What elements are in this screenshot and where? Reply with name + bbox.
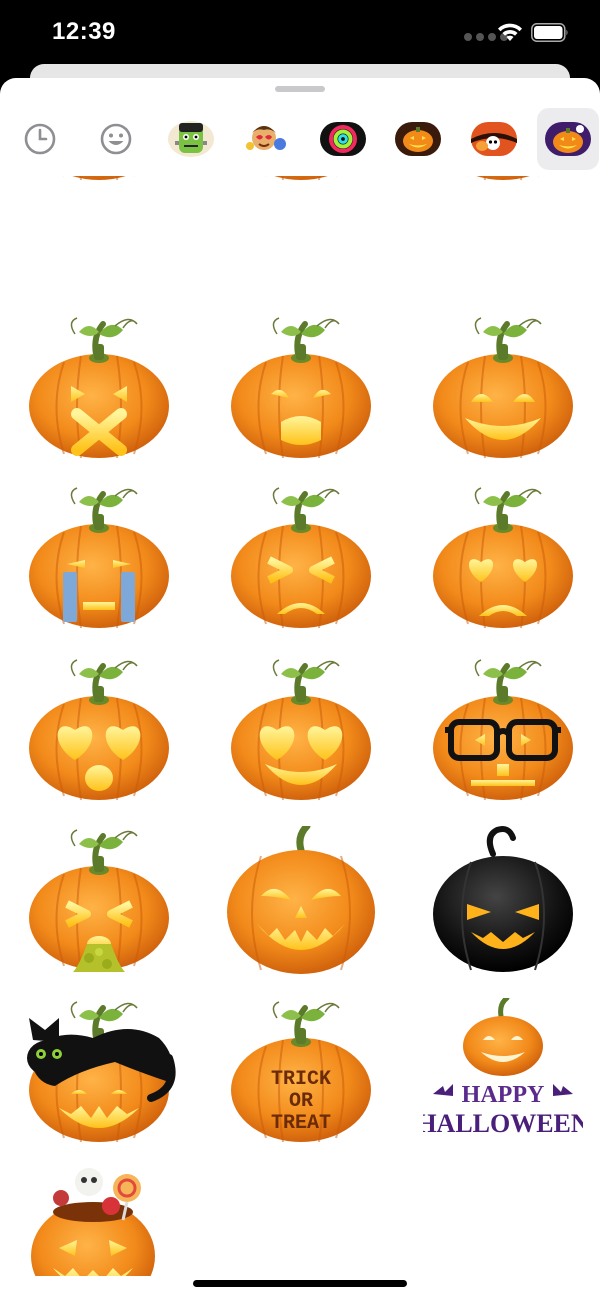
skull-pumpkin-icon bbox=[471, 122, 517, 156]
tab-pumpkin-pack-1[interactable] bbox=[391, 114, 445, 164]
sticker-yawn-face-pumpkin[interactable] bbox=[221, 314, 381, 464]
sticker-black-cat-pumpkin[interactable] bbox=[19, 998, 179, 1148]
sheet-grabber[interactable] bbox=[275, 86, 325, 92]
wifi-icon bbox=[498, 23, 522, 41]
sticker-vomiting-pumpkin[interactable] bbox=[19, 826, 179, 976]
sticker-black-pumpkin[interactable] bbox=[423, 826, 583, 976]
sticker-sheet: TRICK OR TREAT HAPPY HALLOWEEN bbox=[0, 78, 600, 1299]
clock-icon bbox=[24, 123, 56, 155]
sticker-glasses-pumpkin[interactable] bbox=[423, 656, 583, 806]
or-text: OR bbox=[289, 1090, 313, 1113]
sticker-heart-eyes-surprised-pumpkin[interactable] bbox=[19, 656, 179, 806]
tab-frankenstein-pack[interactable] bbox=[164, 114, 218, 164]
sticker-category-bar bbox=[0, 104, 600, 176]
sticker-classic-jack-o-lantern[interactable] bbox=[221, 826, 381, 976]
status-time: 12:39 bbox=[52, 18, 116, 45]
trick-text: TRICK bbox=[271, 1068, 331, 1091]
home-indicator[interactable] bbox=[193, 1280, 407, 1287]
sticker-partial-2[interactable] bbox=[221, 176, 381, 186]
activity-rings-icon bbox=[320, 122, 366, 156]
sticker-squint-frown-pumpkin[interactable] bbox=[221, 484, 381, 634]
tab-emoji[interactable] bbox=[89, 114, 143, 164]
cartoon-faces-icon bbox=[246, 126, 286, 150]
sticker-x-face-pumpkin[interactable] bbox=[19, 314, 179, 464]
halloween-text: HALLOWEEN bbox=[423, 1109, 583, 1138]
sticker-heart-eyes-grin-pumpkin[interactable] bbox=[221, 656, 381, 806]
sticker-happy-halloween-pumpkin[interactable]: HAPPY HALLOWEEN bbox=[423, 998, 583, 1148]
pumpkin-icon bbox=[395, 122, 441, 156]
sticker-heart-eyes-frown-pumpkin[interactable] bbox=[423, 484, 583, 634]
battery-icon bbox=[531, 23, 568, 42]
sticker-crying-pumpkin[interactable] bbox=[19, 484, 179, 634]
sticker-partial-3[interactable] bbox=[423, 176, 583, 186]
tab-pumpkin-pack-2[interactable] bbox=[537, 108, 599, 170]
happy-text: HAPPY bbox=[462, 1082, 545, 1108]
status-bar: 12:39 bbox=[0, 0, 600, 66]
tab-activity-rings-pack[interactable] bbox=[316, 114, 370, 164]
treat-text: TREAT bbox=[271, 1112, 331, 1135]
sticker-candy-bucket-pumpkin[interactable] bbox=[19, 1168, 179, 1276]
smiley-icon bbox=[100, 123, 132, 155]
frankenstein-icon bbox=[168, 121, 214, 157]
sticker-grin-face-pumpkin[interactable] bbox=[423, 314, 583, 464]
sticker-grid: TRICK OR TREAT HAPPY HALLOWEEN bbox=[0, 176, 600, 1276]
tab-cartoon-faces-pack[interactable] bbox=[240, 114, 294, 164]
tab-recents[interactable] bbox=[13, 114, 67, 164]
sticker-partial-1[interactable] bbox=[19, 176, 179, 186]
pumpkin-purple-icon bbox=[545, 122, 591, 156]
tab-skull-pumpkin-pack[interactable] bbox=[467, 114, 521, 164]
sticker-trick-or-treat-pumpkin[interactable]: TRICK OR TREAT bbox=[221, 998, 381, 1148]
